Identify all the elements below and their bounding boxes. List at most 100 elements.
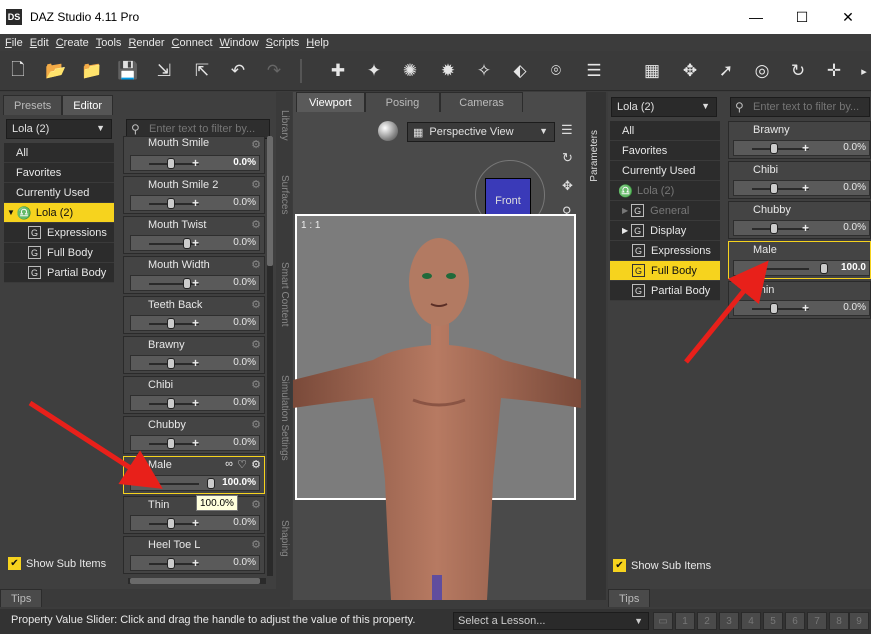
gear-icon[interactable]: ⚙ <box>251 418 261 431</box>
category-partial-body[interactable]: G Partial Body <box>610 281 720 301</box>
universal-tool-icon[interactable]: ✥ <box>678 59 702 83</box>
property-slider-mouth-twist[interactable]: Mouth Twist ⚙ - + 0.0% <box>123 216 265 254</box>
slider-track[interactable]: - 100.0% <box>130 475 260 491</box>
property-value[interactable]: 0.0% <box>233 517 256 528</box>
slider-handle[interactable] <box>167 318 175 329</box>
category-partial-body[interactable]: G Partial Body <box>4 263 114 283</box>
property-value[interactable]: 100.0 <box>841 262 866 273</box>
tab-posing[interactable]: Posing <box>364 92 441 112</box>
slider-handle[interactable] <box>167 158 175 169</box>
slider-track[interactable]: - + 0.0% <box>733 140 870 156</box>
toolbar-overflow-icon[interactable]: ▸ <box>852 59 871 83</box>
spotlight-create-icon[interactable]: ✦ <box>362 59 386 83</box>
category-currently-used[interactable]: Currently Used <box>610 161 720 181</box>
left-properties-scrollbar[interactable] <box>267 136 273 576</box>
side-tab-shaping[interactable]: Shaping <box>279 520 290 557</box>
category-figure[interactable]: ▼ ♎ Lola (2) <box>4 203 114 223</box>
slider-handle[interactable] <box>820 263 828 274</box>
category-figure[interactable]: ♎ Lola (2) <box>610 181 720 201</box>
node-selection-icon[interactable]: ➚ <box>714 59 738 83</box>
property-slider-heel-toe-l[interactable]: Heel Toe L ⚙ - + 0.0% <box>123 536 265 574</box>
slider-track[interactable]: - + 0.0% <box>130 195 260 211</box>
increment-icon[interactable]: + <box>192 236 199 250</box>
lesson-step-9[interactable]: 9 <box>849 612 869 630</box>
menu-scripts[interactable]: Scripts <box>266 37 300 49</box>
category-favorites[interactable]: Favorites <box>610 141 720 161</box>
show-sub-items-right[interactable]: ✔ Show Sub Items <box>613 559 711 572</box>
scrollbar-thumb[interactable] <box>130 578 260 584</box>
slider-handle[interactable] <box>770 183 778 194</box>
menu-edit[interactable]: Edit <box>30 37 49 49</box>
increment-icon[interactable]: + <box>192 556 199 570</box>
lesson-step-2[interactable]: 2 <box>697 612 717 630</box>
property-slider-mouth-smile[interactable]: Mouth Smile ⚙ - + 0.0% <box>123 136 265 174</box>
slider-track[interactable]: - + 0.0% <box>733 220 870 236</box>
left-horizontal-scrollbar[interactable] <box>128 578 266 584</box>
expand-arrow-icon[interactable]: ▶ <box>622 226 628 235</box>
property-value[interactable]: 0.0% <box>233 357 256 368</box>
right-filter-input[interactable] <box>753 100 865 114</box>
translate-tool-icon[interactable]: ✛ <box>822 59 846 83</box>
new-file-icon[interactable]: 🗋 <box>6 59 30 83</box>
slider-track[interactable]: - + 0.0% <box>733 180 870 196</box>
slider-handle[interactable] <box>183 278 191 289</box>
node-edit-icon[interactable]: ⬖ <box>508 59 532 83</box>
increment-icon[interactable]: + <box>192 316 199 330</box>
increment-icon[interactable]: + <box>802 301 809 315</box>
property-value[interactable]: 0.0% <box>233 437 256 448</box>
property-value[interactable]: 100.0% <box>222 477 256 488</box>
category-general[interactable]: ▶ G General <box>610 201 720 221</box>
property-slider-mouth-smile-2[interactable]: Mouth Smile 2 ⚙ - + 0.0% <box>123 176 265 214</box>
property-value[interactable]: 0.0% <box>843 182 866 193</box>
pan-icon[interactable]: ✥ <box>562 178 573 194</box>
slider-handle[interactable] <box>167 518 175 529</box>
slider-handle[interactable] <box>167 198 175 209</box>
category-all[interactable]: All <box>610 121 720 141</box>
property-value[interactable]: 0.0% <box>233 277 256 288</box>
property-slider-thin[interactable]: Thin - + 0.0% <box>728 281 871 319</box>
increment-icon[interactable]: + <box>192 276 199 290</box>
increment-icon[interactable]: + <box>192 396 199 410</box>
property-slider-brawny[interactable]: Brawny ⚙ - + 0.0% <box>123 336 265 374</box>
property-slider-mouth-width[interactable]: Mouth Width ⚙ - + 0.0% <box>123 256 265 294</box>
tab-viewport[interactable]: Viewport <box>296 92 365 112</box>
region-select-icon[interactable]: ⌾ <box>544 59 568 83</box>
property-slider-brawny[interactable]: Brawny - + 0.0% <box>728 121 871 159</box>
increment-icon[interactable]: + <box>192 356 199 370</box>
menu-connect[interactable]: Connect <box>172 37 213 49</box>
lesson-step-8[interactable]: 8 <box>829 612 849 630</box>
menu-window[interactable]: Window <box>220 37 259 49</box>
property-value[interactable]: 0.0% <box>843 142 866 153</box>
gear-icon[interactable]: ⚙ <box>251 458 261 471</box>
category-expressions[interactable]: G Expressions <box>610 241 720 261</box>
slider-track[interactable]: - + 0.0% <box>130 515 260 531</box>
property-value[interactable]: 0.0% <box>843 302 866 313</box>
favorite-heart-icon[interactable]: ♡ <box>237 458 247 471</box>
lesson-step-7[interactable]: 7 <box>807 612 827 630</box>
increment-icon[interactable]: + <box>802 221 809 235</box>
menu-help[interactable]: Help <box>306 37 329 49</box>
tab-tips-left[interactable]: Tips <box>0 589 43 607</box>
left-filter-input[interactable] <box>149 122 265 136</box>
property-slider-chibi[interactable]: Chibi - + 0.0% <box>728 161 871 199</box>
open-folder-icon[interactable]: 📂 <box>44 59 68 83</box>
gear-icon[interactable]: ⚙ <box>251 298 261 311</box>
lesson-step-4[interactable]: 4 <box>741 612 761 630</box>
slider-handle[interactable] <box>770 303 778 314</box>
slider-handle[interactable] <box>167 558 175 569</box>
property-value[interactable]: 0.0% <box>233 197 256 208</box>
property-value[interactable]: 0.0% <box>233 317 256 328</box>
gear-icon[interactable]: ⚙ <box>251 138 261 151</box>
close-button[interactable]: ✕ <box>825 0 871 34</box>
property-slider-teeth-back[interactable]: Teeth Back ⚙ - + 0.0% <box>123 296 265 334</box>
lesson-step-6[interactable]: 6 <box>785 612 805 630</box>
gear-icon[interactable]: ⚙ <box>251 258 261 271</box>
slider-track[interactable]: - + 0.0% <box>733 300 870 316</box>
menu-file[interactable]: File <box>5 37 23 49</box>
property-slider-thin[interactable]: Thin ⚙ - + 0.0% <box>123 496 265 534</box>
side-tab-simulation-settings[interactable]: Simulation Settings <box>279 375 290 461</box>
slider-track[interactable]: - + 0.0% <box>130 355 260 371</box>
increment-icon[interactable]: + <box>802 181 809 195</box>
category-full-body[interactable]: G Full Body <box>610 261 720 281</box>
property-value[interactable]: 0.0% <box>233 237 256 248</box>
